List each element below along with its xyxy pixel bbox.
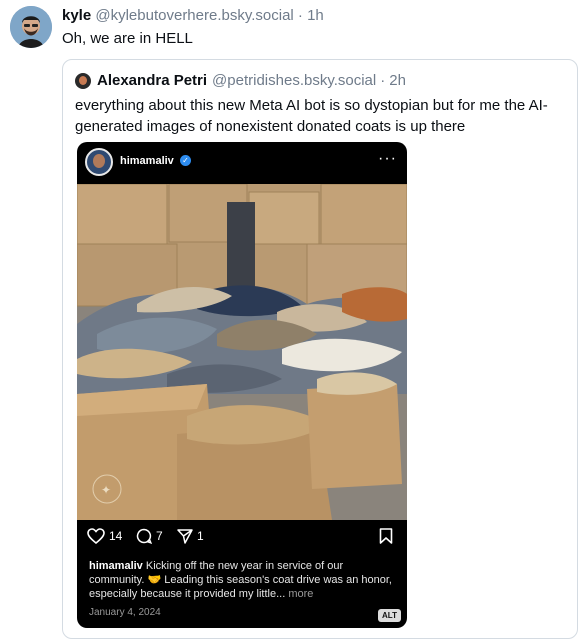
post-time[interactable]: 1h: [307, 7, 324, 24]
separator-dot: ·: [297, 7, 303, 24]
quoted-post[interactable]: Alexandra Petri @petridishes.bsky.social…: [62, 59, 578, 639]
comment-icon: [136, 528, 152, 544]
quoted-author-handle[interactable]: @petridishes.bsky.social: [212, 72, 376, 89]
post-header: kyle @kylebutoverhere.bsky.social · 1h: [62, 7, 324, 24]
alt-text-badge[interactable]: ALT: [378, 609, 401, 622]
post: kyle @kylebutoverhere.bsky.social · 1h O…: [0, 0, 588, 641]
heart-icon: [87, 528, 105, 544]
svg-text:✦: ✦: [101, 483, 111, 497]
quoted-author-avatar[interactable]: [75, 72, 91, 89]
bookmark-icon: [379, 528, 393, 544]
caption-more: more: [288, 588, 314, 600]
like-count: 14: [109, 529, 123, 543]
share-action: 1: [177, 528, 204, 544]
user-avatar[interactable]: [10, 6, 52, 48]
post-text: Oh, we are in HELL: [62, 30, 193, 47]
share-icon: [177, 529, 193, 544]
separator-dot: ·: [380, 72, 386, 89]
embedded-image[interactable]: himamaliv ✓ ··· ✦ 14 7 1 himamaliv Kicki…: [77, 142, 407, 628]
quoted-post-header: Alexandra Petri @petridishes.bsky.social…: [75, 72, 406, 89]
comment-count: 7: [156, 529, 163, 543]
author-name[interactable]: kyle: [62, 7, 91, 24]
instagram-date: January 4, 2024: [89, 607, 161, 618]
quoted-post-text: everything about this new Meta AI bot is…: [75, 97, 548, 135]
like-action: 14: [87, 528, 122, 544]
save-action: [379, 528, 393, 544]
instagram-header: himamaliv ✓ ···: [77, 142, 407, 184]
more-options-icon: ···: [378, 150, 397, 167]
comment-action: 7: [136, 528, 163, 544]
instagram-username: himamaliv: [120, 155, 174, 167]
instagram-caption: himamaliv Kicking off the new year in se…: [89, 559, 399, 601]
quoted-post-time[interactable]: 2h: [389, 72, 406, 89]
caption-username: himamaliv: [89, 560, 143, 572]
instagram-avatar: [85, 148, 113, 176]
verified-badge-icon: ✓: [180, 155, 191, 166]
author-handle[interactable]: @kylebutoverhere.bsky.social: [95, 7, 293, 24]
instagram-actions: 14 7 1: [77, 526, 407, 556]
quoted-author-name[interactable]: Alexandra Petri: [97, 72, 207, 89]
donated-coats-photo: ✦: [77, 183, 407, 520]
share-count: 1: [197, 529, 204, 543]
